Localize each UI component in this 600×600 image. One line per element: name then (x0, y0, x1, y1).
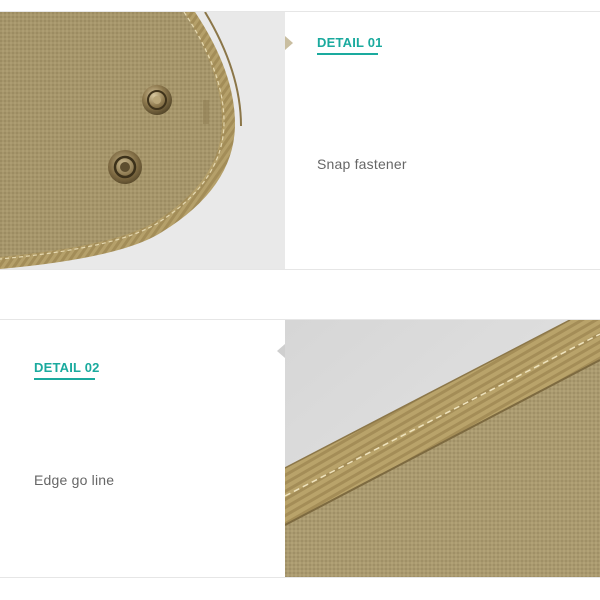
detail-panel-2: DETAIL 02 Edge go line (0, 320, 285, 577)
detail-caption: Edge go line (34, 472, 115, 488)
pointer-arrow-icon (277, 344, 285, 358)
detail-title: DETAIL 02 (34, 360, 100, 375)
detail-title: DETAIL 01 (317, 35, 383, 50)
detail-caption: Snap fastener (317, 156, 407, 172)
pointer-arrow-icon (285, 36, 293, 50)
title-underline (34, 378, 95, 380)
detail-page: DETAIL 01 Snap fastener DETAIL 02 Edge g… (0, 0, 600, 600)
snap-fastener-photo (0, 12, 285, 269)
edge-binding-photo (285, 320, 600, 577)
title-underline (317, 53, 378, 55)
divider (0, 269, 600, 270)
detail-panel-1: DETAIL 01 Snap fastener (285, 12, 600, 269)
divider (0, 577, 600, 578)
